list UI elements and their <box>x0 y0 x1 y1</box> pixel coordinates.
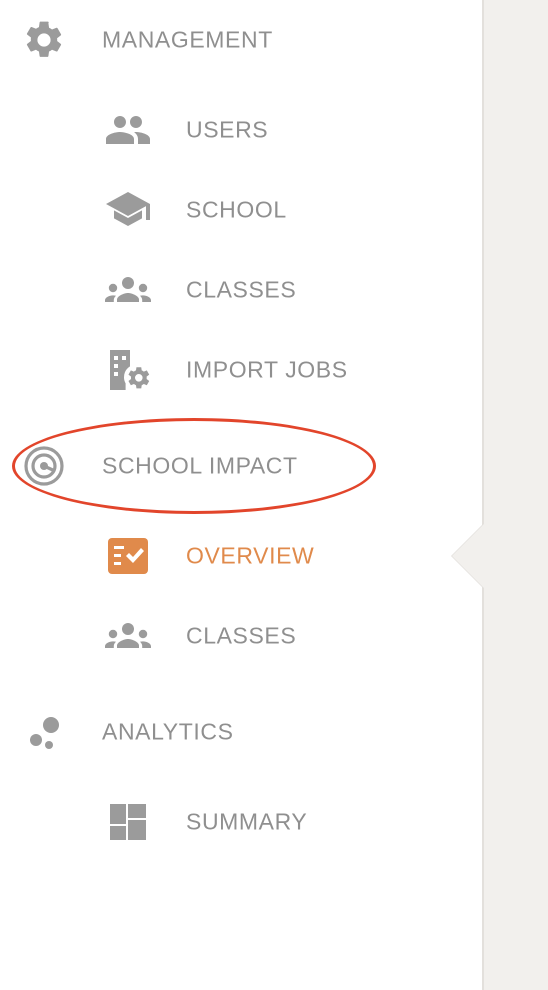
nav-section-school-impact[interactable]: SCHOOL IMPACT <box>0 436 440 496</box>
nav-section-label: SCHOOL IMPACT <box>102 452 298 479</box>
nav-section-management[interactable]: MANAGEMENT <box>0 10 440 70</box>
group-icon <box>104 614 152 658</box>
dashboard-icon <box>104 800 152 844</box>
nav-item-users[interactable]: USERS <box>0 100 440 160</box>
sidebar-nav: MANAGEMENT USERS SCHOOL CLASSES IMPORT J… <box>0 0 484 990</box>
nav-item-label: SUMMARY <box>186 808 308 835</box>
nav-item-summary[interactable]: SUMMARY <box>0 792 440 852</box>
nav-item-overview[interactable]: OVERVIEW <box>0 526 440 586</box>
nav-item-label: SCHOOL <box>186 196 287 223</box>
group-icon <box>104 268 152 312</box>
nav-section-label: MANAGEMENT <box>102 26 273 53</box>
nav-item-impact-classes[interactable]: CLASSES <box>0 606 440 666</box>
checklist-icon <box>104 534 152 578</box>
nav-item-label: USERS <box>186 116 269 143</box>
nav-section-analytics[interactable]: ANALYTICS <box>0 702 440 762</box>
nav-item-import-jobs[interactable]: IMPORT JOBS <box>0 340 440 400</box>
graduation-cap-icon <box>104 188 152 232</box>
nav-item-label: CLASSES <box>186 276 297 303</box>
building-gear-icon <box>104 348 152 392</box>
nav-item-classes[interactable]: CLASSES <box>0 260 440 320</box>
gear-icon <box>22 18 66 62</box>
bubbles-icon <box>22 710 66 754</box>
nav-item-school[interactable]: SCHOOL <box>0 180 440 240</box>
active-pointer <box>452 524 484 588</box>
users-icon <box>104 108 152 152</box>
nav-item-label: OVERVIEW <box>186 542 315 569</box>
target-icon <box>22 444 66 488</box>
nav-item-label: CLASSES <box>186 622 297 649</box>
nav-item-label: IMPORT JOBS <box>186 356 348 383</box>
nav-section-label: ANALYTICS <box>102 718 234 745</box>
